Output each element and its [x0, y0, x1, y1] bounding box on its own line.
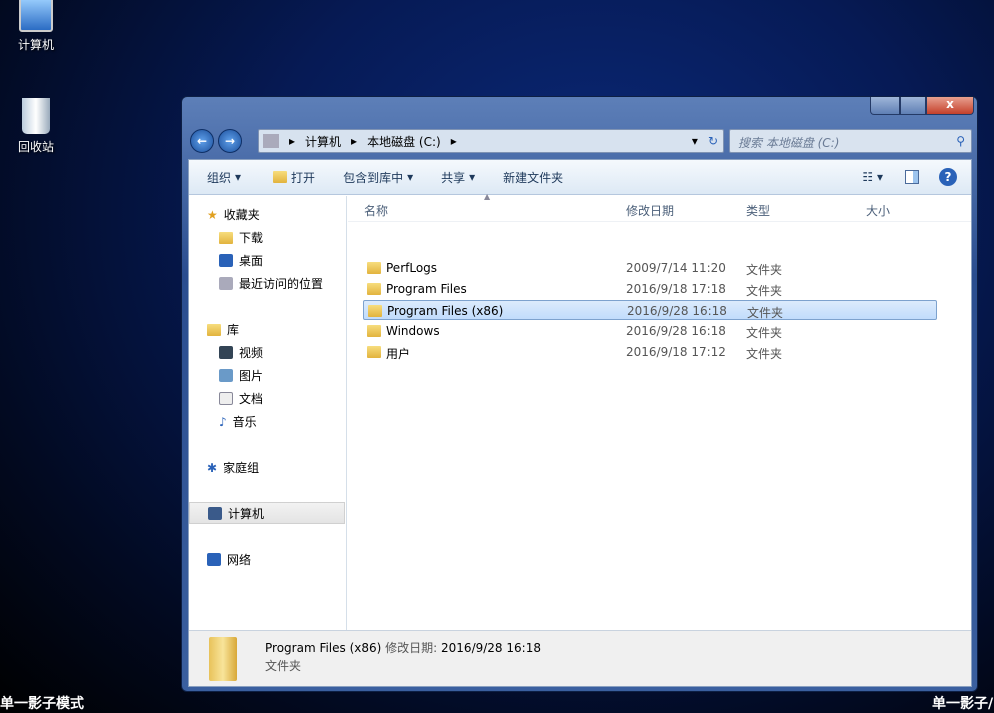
explorer-body: 组织 ▾ 打开 包含到库中 ▾ 共享 ▾ 新建文件夹 ☷ ▾ ? ★ 收藏夹 下载 桌面… [188, 159, 972, 687]
file-name: 用户 [386, 347, 411, 361]
file-type: 文件夹 [746, 263, 783, 277]
file-date: 2016/9/28 16:18 [627, 304, 727, 318]
file-name: Windows [386, 324, 440, 338]
open-button[interactable]: 打开 [273, 169, 315, 186]
maximize-button[interactable] [900, 97, 926, 115]
folder-icon [367, 325, 381, 337]
nav-videos[interactable]: 视频 [219, 344, 263, 361]
folder-open-icon [273, 171, 288, 183]
file-type: 文件夹 [746, 326, 783, 340]
computer-icon [208, 506, 222, 520]
search-input[interactable]: 搜索 本地磁盘 (C:) ⚲ [729, 129, 972, 153]
file-type: 文件夹 [747, 306, 784, 320]
view-options-icon[interactable]: ☷ ▾ [862, 170, 883, 184]
details-date-label: 修改日期: [385, 641, 438, 655]
back-button[interactable]: ← [190, 129, 214, 153]
icon-label: 回收站 [17, 140, 54, 154]
file-date: 2009/7/14 11:20 [626, 261, 726, 275]
homegroup-icon: ✱ [207, 460, 218, 475]
nav-computer[interactable]: 计算机 [189, 502, 345, 524]
minimize-button[interactable] [870, 97, 900, 115]
file-type: 文件夹 [746, 347, 783, 361]
organize-button[interactable]: 组织 ▾ [207, 169, 241, 186]
downloads-icon [219, 231, 233, 244]
folder-icon [367, 262, 381, 274]
desktop-icon-computer[interactable]: 计算机 [1, 0, 71, 53]
explorer-window: x ← → ▸ 计算机 ▸ 本地磁盘 (C:) ▸ ▾ ↻ 搜索 本地磁盘 (C:)… [181, 96, 978, 692]
navigation-pane: ★ 收藏夹 下载 桌面 最近访问的位置 库 视频 图片 文档 ♪ 音乐 ✱ 家庭组 计… [189, 196, 347, 632]
forward-button[interactable]: → [218, 129, 242, 153]
column-headers: 名称 ▲ 修改日期 类型 大小 [348, 192, 971, 222]
nav-libraries[interactable]: 库 [207, 321, 239, 338]
file-date: 2016/9/18 17:12 [626, 345, 726, 359]
details-type: 文件夹 [265, 659, 302, 673]
column-size[interactable]: 大小 [866, 202, 890, 219]
breadcrumb-computer[interactable]: 计算机 [305, 133, 341, 150]
sort-ascending-icon: ▲ [484, 192, 491, 201]
nav-desktop[interactable]: 桌面 [219, 252, 263, 269]
nav-documents[interactable]: 文档 [219, 390, 263, 407]
nav-recent[interactable]: 最近访问的位置 [219, 275, 323, 292]
column-type[interactable]: 类型 [746, 202, 770, 219]
folder-icon [367, 283, 381, 295]
video-icon [219, 346, 233, 359]
watermark: 单一影子模式 [0, 696, 84, 712]
nav-music[interactable]: ♪ 音乐 [219, 413, 257, 430]
details-pane: Program Files (x86) 修改日期: 2016/9/28 16:1… [189, 630, 971, 686]
nav-favorites[interactable]: ★ 收藏夹 [207, 206, 260, 223]
help-icon[interactable]: ? [939, 168, 957, 186]
documents-icon [219, 392, 233, 405]
file-date: 2016/9/28 16:18 [626, 324, 726, 338]
new-folder-button[interactable]: 新建文件夹 [503, 169, 563, 186]
pictures-icon [219, 369, 233, 382]
recent-places-icon [219, 277, 233, 290]
folder-icon [367, 346, 381, 358]
watermark: 单一影子/ [932, 696, 994, 712]
command-bar: 组织 ▾ 打开 包含到库中 ▾ 共享 ▾ 新建文件夹 ☷ ▾ ? [189, 160, 971, 195]
details-date: 2016/9/28 16:18 [441, 641, 541, 655]
nav-downloads[interactable]: 下载 [219, 229, 263, 246]
address-dropdown-icon[interactable]: ▾ [692, 134, 698, 148]
close-button[interactable]: x [926, 97, 974, 115]
desktop-icon [219, 254, 233, 267]
file-name: Program Files (x86) [387, 304, 504, 318]
breadcrumb-drive[interactable]: 本地磁盘 (C:) [367, 133, 441, 150]
music-icon: ♪ [219, 414, 227, 429]
preview-pane-icon[interactable] [905, 170, 919, 184]
nav-network[interactable]: 网络 [207, 551, 251, 568]
file-name: Program Files [386, 282, 467, 296]
search-icon[interactable]: ⚲ [956, 134, 965, 148]
column-date[interactable]: 修改日期 [626, 202, 674, 219]
desktop-icon-recycle-bin[interactable]: 回收站 [1, 98, 71, 155]
file-row[interactable]: 用户 2016/9/18 17:12 文件夹 [363, 342, 937, 362]
folder-icon [368, 305, 382, 317]
file-name: PerfLogs [386, 261, 438, 275]
large-folder-icon [209, 637, 237, 681]
drive-icon [263, 134, 279, 148]
file-date: 2016/9/18 17:18 [626, 282, 726, 296]
library-icon [207, 323, 221, 336]
share-button[interactable]: 共享 ▾ [441, 169, 475, 186]
include-in-library-button[interactable]: 包含到库中 ▾ [343, 169, 413, 186]
file-row[interactable]: Program Files (x86) 2016/9/28 16:18 文件夹 [363, 300, 937, 320]
nav-pictures[interactable]: 图片 [219, 367, 263, 384]
recycle-bin-icon [22, 98, 50, 134]
icon-label: 计算机 [17, 38, 54, 52]
address-bar[interactable]: ▸ 计算机 ▸ 本地磁盘 (C:) ▸ ▾ ↻ [258, 129, 724, 153]
details-name: Program Files (x86) [265, 641, 382, 655]
file-row[interactable]: Program Files 2016/9/18 17:18 文件夹 [363, 279, 937, 299]
file-type: 文件夹 [746, 284, 783, 298]
nav-homegroup[interactable]: ✱ 家庭组 [207, 459, 259, 476]
star-icon: ★ [207, 207, 218, 222]
computer-icon [19, 0, 53, 32]
column-name[interactable]: 名称 [364, 202, 388, 219]
file-row[interactable]: PerfLogs 2009/7/14 11:20 文件夹 [363, 258, 937, 278]
file-row[interactable]: Windows 2016/9/28 16:18 文件夹 [363, 321, 937, 341]
network-icon [207, 553, 221, 566]
refresh-icon[interactable]: ↻ [708, 134, 718, 148]
